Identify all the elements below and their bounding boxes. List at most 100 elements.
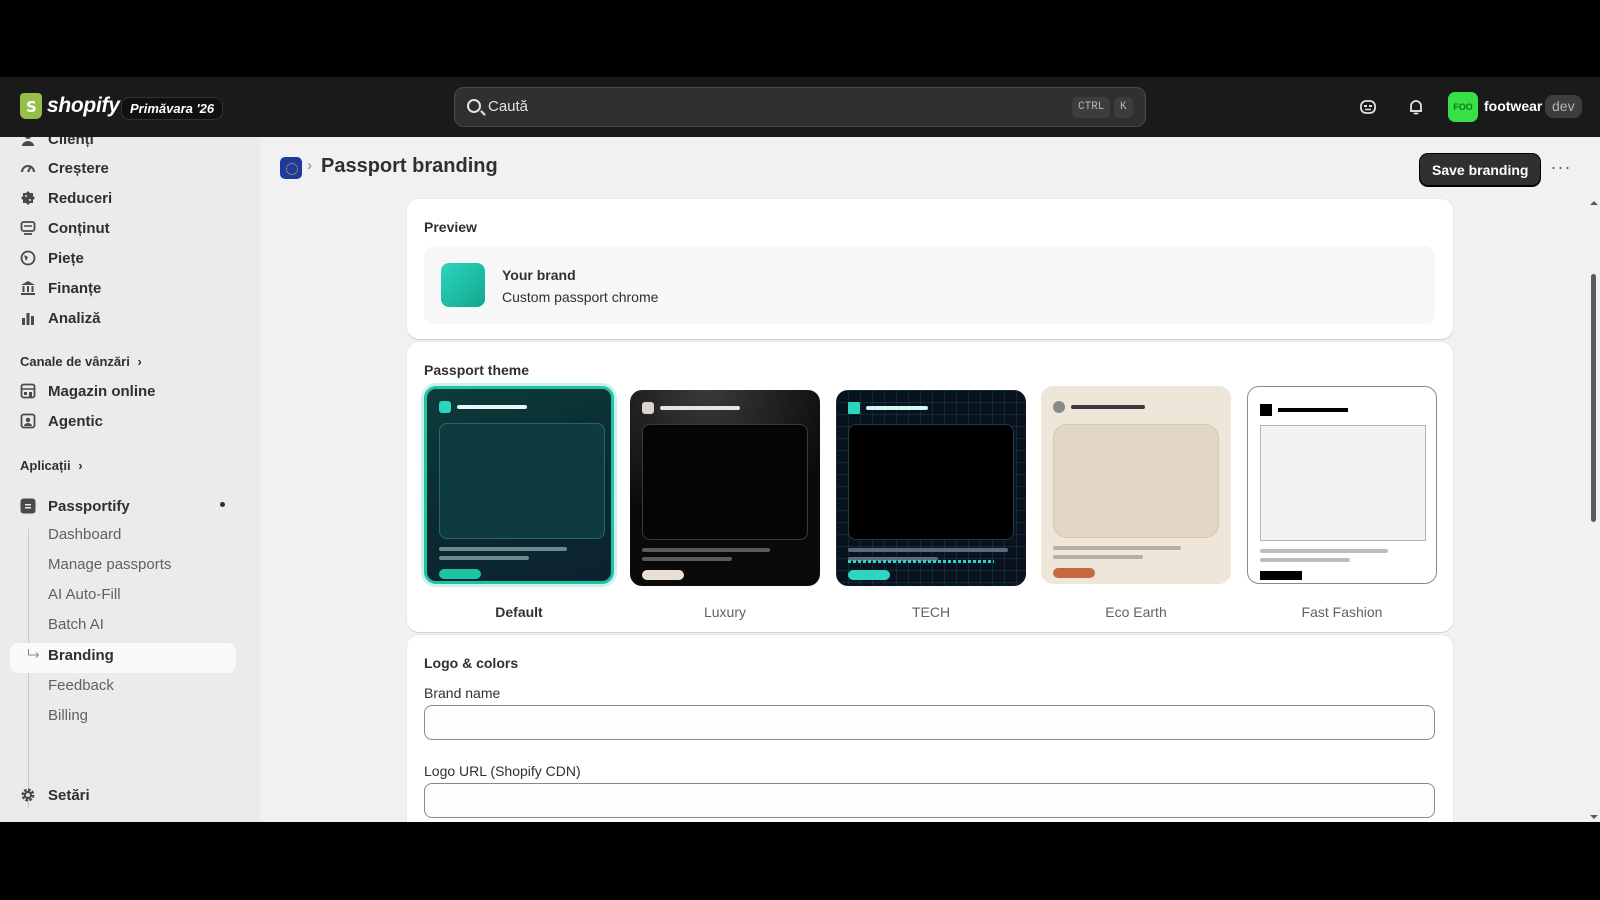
sidebar-item-label: Setări [48,786,90,804]
letterbox-bottom [0,822,1600,900]
bank-icon [20,280,36,296]
passport-theme-title: Passport theme [424,362,530,378]
sidebar-subitem-feedback[interactable]: Feedback [48,677,114,694]
logo-colors-card: Logo & colors Brand name Logo URL (Shopi… [407,635,1453,822]
sidebar-item-label: Agentic [48,412,104,430]
preview-brand-name: Your brand [502,267,576,283]
preview-title: Preview [424,219,477,235]
chevron-right-icon: › [137,354,142,369]
apps-label: Aplicații [20,458,71,473]
theme-label-default[interactable]: Default [424,604,614,620]
scroll-up-arrow-icon[interactable] [1590,200,1598,206]
person-icon [20,137,36,147]
sidebar-item-finante[interactable]: Finanțe [20,277,101,299]
sidebar-item-crestere[interactable]: Creștere [20,157,109,179]
sidebar-subitem-manage-passports[interactable]: Manage passports [48,556,171,573]
sidebar-item-label: Finanțe [48,279,102,297]
sidebar-item-magazin-online[interactable]: Magazin online [20,380,156,402]
theme-panel [848,424,1014,540]
sales-channels-label: Canale de vânzări [20,354,130,369]
sidebar-subitem-dashboard[interactable]: Dashboard [48,526,121,543]
sidebar-item-label: Creștere [48,159,109,177]
theme-button [848,570,890,580]
sidebar-subitem-billing[interactable]: Billing [48,707,88,724]
sales-channels-heading[interactable]: Canale de vânzări › [20,354,142,369]
save-branding-button[interactable]: Save branding [1420,154,1541,186]
preview-subtitle: Custom passport chrome [502,289,659,305]
theme-line [642,557,732,561]
theme-card-default[interactable] [424,386,614,584]
theme-title-bar [1071,405,1145,409]
sidebar-item-agentic[interactable]: Agentic [20,410,103,432]
top-bar: shopify Primăvara '26 Caută CTRL K FOO f… [0,77,1600,137]
chart-icon [20,310,36,326]
passportify-logo-icon[interactable] [280,157,302,179]
theme-card-luxury[interactable] [630,390,820,586]
logo-colors-title: Logo & colors [424,655,519,671]
shopify-wordmark: shopify [47,94,120,117]
sidebar-item-passportify[interactable]: Passportify [20,495,130,517]
growth-icon [20,160,36,176]
more-actions-icon[interactable]: ··· [1548,157,1574,183]
theme-card-fast-fashion[interactable] [1247,386,1437,584]
apps-heading[interactable]: Aplicații › [20,458,83,473]
sidebar-item-reduceri[interactable]: Reduceri [20,187,112,209]
theme-panel [1053,424,1219,538]
theme-line [1053,555,1143,559]
theme-button [1260,571,1302,580]
theme-logo-mark [642,402,654,414]
page-title: Passport branding [321,155,498,177]
content-icon [20,220,36,236]
theme-line [439,556,529,560]
sidebar-subitem-batch-ai[interactable]: Batch AI [48,616,104,633]
theme-logo-mark [848,402,860,414]
theme-line [642,548,770,552]
sidebar-item-piete[interactable]: Piețe [20,247,84,269]
sidebar-subitem-branding[interactable]: Branding [48,647,114,664]
sidekick-icon[interactable] [1356,95,1380,119]
preview-card: Preview Your brand Custom passport chrom… [407,199,1453,339]
shopify-logo[interactable]: shopify [20,93,120,119]
logo-url-field[interactable] [424,783,1435,818]
brand-name-field[interactable] [424,705,1435,740]
search-bar[interactable]: Caută CTRL K [454,87,1146,127]
bell-icon[interactable] [1404,95,1428,119]
sidebar-subitem-ai-auto-fill[interactable]: AI Auto-Fill [48,586,121,603]
scroll-down-arrow-icon[interactable] [1590,814,1598,820]
search-input[interactable]: Caută [488,98,528,115]
store-name[interactable]: footwear [1484,98,1542,114]
sidebar-item-setari[interactable]: Setări [20,784,90,806]
sidebar-item-label: Magazin online [48,382,156,400]
theme-card-eco-earth[interactable] [1041,386,1231,584]
theme-label-luxury[interactable]: Luxury [630,604,820,620]
sidebar-item-analiza[interactable]: Analiză [20,307,101,329]
theme-title-bar [1278,408,1348,412]
agentic-icon [20,413,36,429]
globe-icon [20,250,36,266]
passport-theme-card: Passport theme Default Luxury TECH Eco E… [407,342,1453,632]
pin-dot [220,502,225,507]
theme-label-fast-fashion[interactable]: Fast Fashion [1247,604,1437,620]
theme-line [848,548,1008,552]
main-content: › Passport branding Save branding ··· Pr… [260,137,1600,822]
theme-line [1260,558,1350,562]
breadcrumb-chevron-icon: › [307,157,312,174]
active-row-highlight [10,643,236,673]
sidebar-item-continut[interactable]: Conținut [20,217,110,239]
theme-title-bar [866,406,928,410]
store-avatar[interactable]: FOO [1448,92,1478,122]
theme-line [1260,549,1388,553]
brand-name-label: Brand name [424,685,501,701]
theme-logo-mark [1053,401,1065,413]
sidebar-item-label: Analiză [48,309,101,327]
edition-badge[interactable]: Primăvara '26 [121,97,224,120]
sidebar-item-clienti[interactable]: Clienți [20,137,94,150]
theme-button [642,570,684,580]
theme-label-tech[interactable]: TECH [836,604,1026,620]
theme-label-eco-earth[interactable]: Eco Earth [1041,604,1231,620]
preview-box: Your brand Custom passport chrome [424,246,1435,324]
chevron-right-icon: › [78,458,83,473]
scroll-thumb[interactable] [1591,274,1596,522]
search-icon [467,99,481,113]
theme-card-tech[interactable] [836,390,1026,586]
